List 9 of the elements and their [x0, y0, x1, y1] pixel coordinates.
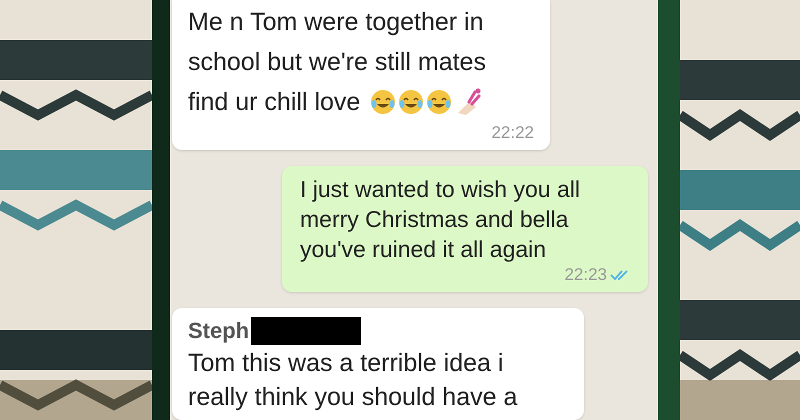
laughing-emoji-icon	[398, 89, 424, 115]
message-time: 22:22	[491, 122, 534, 144]
message-text: find ur chill love	[188, 87, 360, 118]
message-time: 22:23	[564, 264, 607, 286]
laughing-emoji-icon	[426, 89, 452, 115]
laughing-emoji-icon	[370, 89, 396, 115]
message-text: Tom this was a terrible idea i really think you should have a	[188, 348, 518, 413]
message-text: I just wanted to wish you all merry Christmas and bella you've ruined it all again	[300, 175, 581, 264]
sender-name: Steph	[188, 317, 250, 345]
